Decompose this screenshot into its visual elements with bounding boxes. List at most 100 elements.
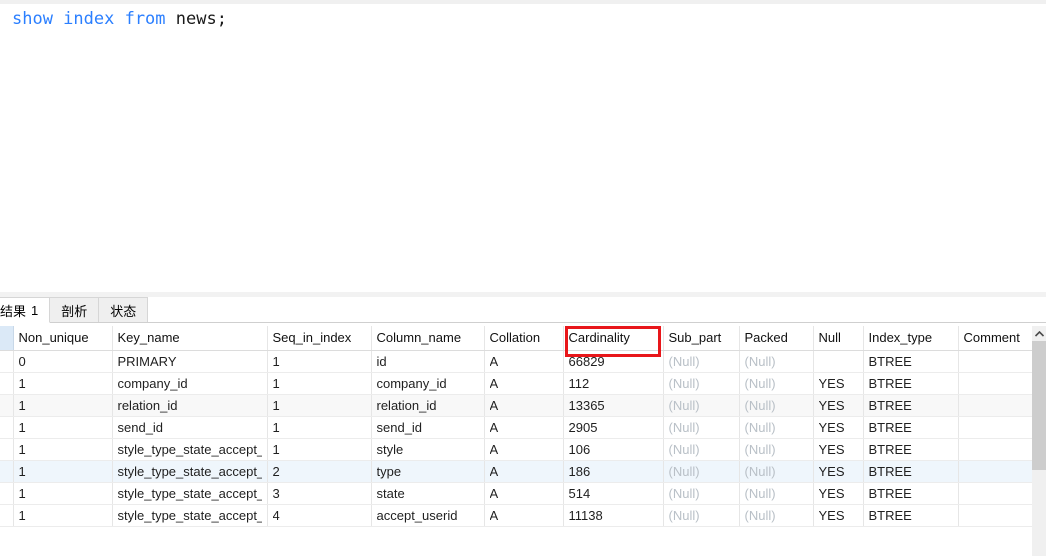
table-row[interactable]: 0 PRIMARY 1 id A 66829 (Null) (Null) BTREE [0,350,1033,373]
cell-sub_part[interactable]: (Null) [663,482,740,505]
cell-key_name[interactable]: send_id [112,416,268,439]
tab-status[interactable]: 状态 [99,297,149,323]
vertical-scrollbar[interactable] [1032,326,1046,556]
column-header-seq_in_index[interactable]: Seq_in_index [267,326,372,351]
cell-seq_in_index[interactable]: 1 [267,416,372,439]
cell-comment[interactable] [958,394,1033,417]
cell-seq_in_index[interactable]: 1 [267,372,372,395]
cell-sub_part[interactable]: (Null) [663,394,740,417]
cell-index_type[interactable]: BTREE [863,504,959,527]
cell-column_name[interactable]: id [371,350,485,373]
cell-cardinality[interactable]: 13365 [563,394,664,417]
table-row[interactable]: 1 relation_id 1 relation_id A 13365 (Null) (Nul… [0,394,1033,417]
cell-collation[interactable]: A [484,504,564,527]
cell-null[interactable]: YES [813,438,864,461]
column-header-non_unique[interactable]: Non_unique [13,326,113,351]
cell-cardinality[interactable]: 66829 [563,350,664,373]
cell-index_type[interactable]: BTREE [863,460,959,483]
cell-collation[interactable]: A [484,350,564,373]
cell-non_unique[interactable]: 1 [13,372,113,395]
cell-sub_part[interactable]: (Null) [663,438,740,461]
table-row[interactable]: 1 company_id 1 company_id A 112 (Null) (Null) YE… [0,372,1033,395]
cell-key_name[interactable]: relation_id [112,394,268,417]
cell-non_unique[interactable]: 1 [13,416,113,439]
cell-packed[interactable]: (Null) [739,504,814,527]
cell-null[interactable]: YES [813,504,864,527]
cell-packed[interactable]: (Null) [739,350,814,373]
table-row[interactable]: 1 style_type_state_accept_us 4 accept_useri… [0,504,1033,527]
cell-null[interactable]: YES [813,416,864,439]
cell-sub_part[interactable]: (Null) [663,504,740,527]
cell-collation[interactable]: A [484,416,564,439]
cell-comment[interactable] [958,438,1033,461]
cell-comment[interactable] [958,372,1033,395]
cell-comment[interactable] [958,504,1033,527]
cell-comment[interactable] [958,416,1033,439]
cell-cardinality[interactable]: 11138 [563,504,664,527]
cell-key_name[interactable]: company_id [112,372,268,395]
row-header-cell[interactable] [0,438,14,461]
cell-null[interactable]: YES [813,460,864,483]
cell-key_name[interactable]: PRIMARY [112,350,268,373]
cell-sub_part[interactable]: (Null) [663,372,740,395]
cell-cardinality[interactable]: 186 [563,460,664,483]
cell-null[interactable] [813,350,864,373]
row-header-cell[interactable] [0,372,14,395]
cell-collation[interactable]: A [484,394,564,417]
cell-packed[interactable]: (Null) [739,372,814,395]
cell-null[interactable]: YES [813,372,864,395]
cell-comment[interactable] [958,460,1033,483]
cell-seq_in_index[interactable]: 4 [267,504,372,527]
sql-editor[interactable]: show index from news; [0,4,1046,290]
table-row[interactable]: 1 style_type_state_accept_us 2 type A 186 (Nul… [0,460,1033,483]
column-header-column_name[interactable]: Column_name [371,326,485,351]
cell-seq_in_index[interactable]: 1 [267,438,372,461]
cell-packed[interactable]: (Null) [739,460,814,483]
cell-column_name[interactable]: accept_userid [371,504,485,527]
cell-cardinality[interactable]: 106 [563,438,664,461]
cell-null[interactable]: YES [813,482,864,505]
cell-non_unique[interactable]: 1 [13,504,113,527]
row-header-cell[interactable] [0,504,14,527]
column-header-key_name[interactable]: Key_name [112,326,268,351]
cell-cardinality[interactable]: 112 [563,372,664,395]
scroll-up-button[interactable] [1032,326,1046,341]
cell-packed[interactable]: (Null) [739,438,814,461]
column-header-cardinality[interactable]: Cardinality [563,326,664,351]
cell-collation[interactable]: A [484,460,564,483]
cell-index_type[interactable]: BTREE [863,372,959,395]
cell-column_name[interactable]: type [371,460,485,483]
tab-profile[interactable]: 剖析 [50,297,100,323]
row-header-cell[interactable] [0,394,14,417]
row-header-corner[interactable] [0,326,14,351]
cell-key_name[interactable]: style_type_state_accept_us [112,504,268,527]
cell-seq_in_index[interactable]: 1 [267,394,372,417]
column-header-packed[interactable]: Packed [739,326,814,351]
cell-comment[interactable] [958,482,1033,505]
column-header-sub_part[interactable]: Sub_part [663,326,740,351]
cell-key_name[interactable]: style_type_state_accept_us [112,438,268,461]
row-header-cell[interactable] [0,460,14,483]
table-row[interactable]: 1 style_type_state_accept_us 3 state A 514 (Nu… [0,482,1033,505]
cell-non_unique[interactable]: 1 [13,460,113,483]
cell-index_type[interactable]: BTREE [863,438,959,461]
cell-sub_part[interactable]: (Null) [663,350,740,373]
cell-non_unique[interactable]: 1 [13,482,113,505]
row-header-cell[interactable] [0,482,14,505]
tab-results[interactable]: 结果 1 [0,297,51,323]
cell-index_type[interactable]: BTREE [863,482,959,505]
column-header-collation[interactable]: Collation [484,326,564,351]
table-row[interactable]: 1 send_id 1 send_id A 2905 (Null) (Null) YES BTRE… [0,416,1033,439]
cell-non_unique[interactable]: 1 [13,438,113,461]
cell-packed[interactable]: (Null) [739,394,814,417]
cell-collation[interactable]: A [484,438,564,461]
cell-sub_part[interactable]: (Null) [663,416,740,439]
table-row[interactable]: 1 style_type_state_accept_us 1 style A 106 (Nu… [0,438,1033,461]
cell-column_name[interactable]: relation_id [371,394,485,417]
cell-packed[interactable]: (Null) [739,482,814,505]
cell-index_type[interactable]: BTREE [863,394,959,417]
cell-cardinality[interactable]: 2905 [563,416,664,439]
cell-column_name[interactable]: send_id [371,416,485,439]
cell-cardinality[interactable]: 514 [563,482,664,505]
cell-column_name[interactable]: style [371,438,485,461]
